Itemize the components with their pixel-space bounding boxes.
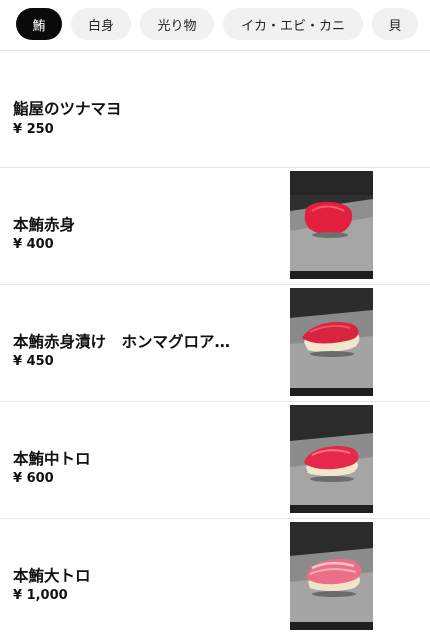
item-name: 本鮪中トロ — [13, 450, 91, 468]
item-name: 本鮪大トロ — [13, 567, 91, 585]
tab-hikarimono[interactable]: 光り物 — [140, 8, 214, 40]
tab-ika-ebi-kani[interactable]: イカ・エビ・カニ — [223, 8, 363, 40]
item-name: 本鮪赤身漬け ホンマグロア… — [13, 333, 231, 351]
chutoro-sushi-photo — [290, 405, 373, 513]
menu-item[interactable]: 本鮪中トロ ¥ 600 — [0, 401, 430, 516]
item-name: 鮨屋のツナマヨ — [13, 100, 122, 118]
tab-shiromi[interactable]: 白身 — [71, 8, 131, 40]
akami-sushi-photo — [290, 171, 373, 279]
item-price: ¥ 450 — [13, 354, 54, 369]
item-price: ¥ 600 — [13, 471, 54, 486]
menu-item[interactable]: 本鮪赤身漬け ホンマグロア… ¥ 450 — [0, 284, 430, 399]
menu-item[interactable]: 本鮪大トロ ¥ 1,000 — [0, 518, 430, 633]
item-price: ¥ 1,000 — [13, 588, 68, 603]
zuke-sushi-photo — [290, 288, 373, 396]
menu-item[interactable]: 鮨屋のツナマヨ ¥ 250 — [0, 50, 430, 165]
item-name: 本鮪赤身 — [13, 216, 76, 234]
tab-kai[interactable]: 貝 — [372, 8, 418, 40]
tab-maguro[interactable]: 鮪 — [16, 8, 62, 40]
category-tab-bar: 鮪 白身 光り物 イカ・エビ・カニ 貝 — [0, 0, 430, 48]
otoro-sushi-photo — [290, 522, 373, 630]
item-price: ¥ 250 — [13, 122, 54, 137]
item-price: ¥ 400 — [13, 237, 54, 252]
menu-item[interactable]: 本鮪赤身 ¥ 400 — [0, 167, 430, 282]
